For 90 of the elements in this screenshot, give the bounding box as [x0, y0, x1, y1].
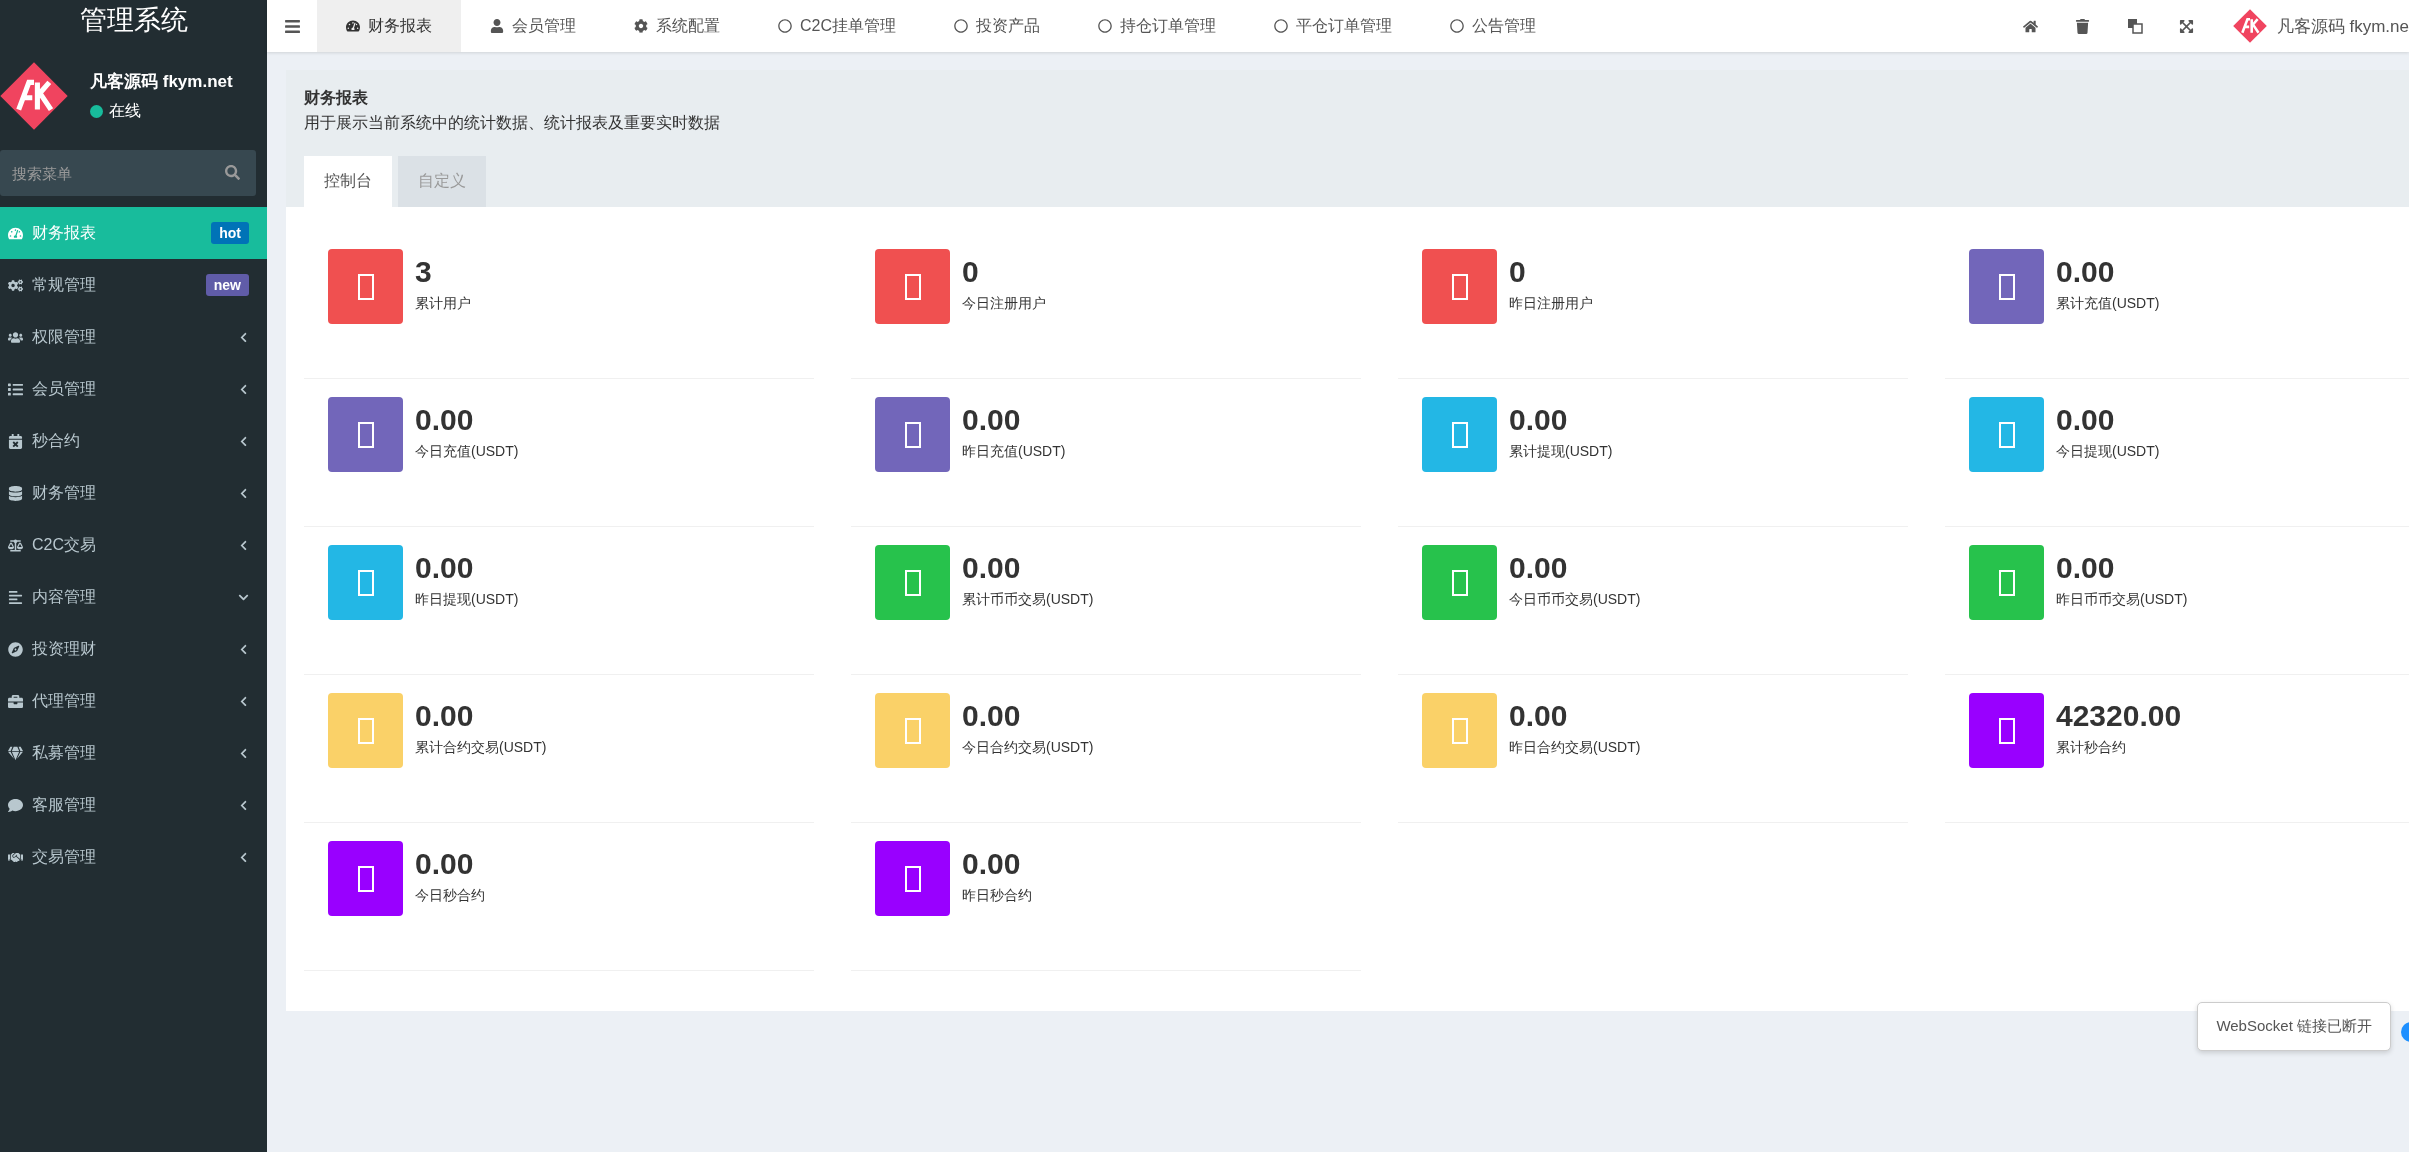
- menu-item[interactable]: 会员管理: [0, 363, 267, 415]
- stat-label: 累计秒合约: [2056, 739, 2127, 757]
- menu-item[interactable]: 权限管理: [0, 311, 267, 363]
- stat-value: 0.00: [962, 551, 1022, 585]
- menu-item[interactable]: 交易管理: [0, 831, 267, 883]
- stat-value: 0.00: [415, 403, 475, 437]
- stat-label: 今日秒合约: [415, 887, 485, 905]
- stat-label: 今日充值(USDT): [415, 443, 519, 461]
- nav-tab[interactable]: 系统配置: [605, 0, 749, 52]
- database-icon: [8, 485, 23, 501]
- stat-label: 累计用户: [415, 295, 471, 313]
- stat-label: 昨日提现(USDT): [415, 591, 519, 609]
- nav-tab[interactable]: 公告管理: [1421, 0, 1565, 52]
- menu-badge: new: [205, 274, 249, 296]
- menu-item[interactable]: 财务管理: [0, 467, 267, 519]
- nav-tab[interactable]: 持仓订单管理: [1069, 0, 1245, 52]
- stat-value: 0.00: [415, 699, 475, 733]
- menu-item[interactable]: 财务报表 hot: [0, 207, 267, 259]
- scale-icon: [8, 537, 23, 553]
- search-icon: [225, 165, 240, 180]
- panel-tab[interactable]: 控制台: [304, 156, 392, 207]
- stat-value: 0.00: [962, 403, 1022, 437]
- menu-item[interactable]: 内容管理: [0, 571, 267, 623]
- stat-label: 累计合约交易(USDT): [415, 739, 547, 757]
- menu-item[interactable]: 秒合约: [0, 415, 267, 467]
- translate-icon[interactable]: [2126, 18, 2143, 34]
- menu-icon[interactable]: [283, 17, 301, 35]
- gear-icon: [634, 19, 648, 33]
- users-icon: [8, 329, 23, 345]
- stat-label: 累计提现(USDT): [1509, 443, 1613, 461]
- stat-label: 今日合约交易(USDT): [962, 739, 1094, 757]
- trash-icon[interactable]: [2075, 18, 2091, 34]
- toast-message: WebSocket 链接已断开: [2197, 1002, 2391, 1051]
- gauge-icon: [346, 19, 360, 33]
- user-icon: [490, 19, 504, 33]
- status-text: 在线: [90, 101, 233, 122]
- compass-icon: [8, 641, 23, 657]
- nav-tab[interactable]: 会员管理: [461, 0, 605, 52]
- nav-tab[interactable]: 财务报表: [317, 0, 461, 52]
- gears-icon: [8, 277, 23, 293]
- fullscreen-icon[interactable]: [2179, 18, 2195, 34]
- stat-label: 昨日秒合约: [962, 887, 1032, 905]
- nav-tab[interactable]: C2C挂单管理: [749, 0, 925, 52]
- stat-value: 0: [962, 255, 980, 289]
- search-field[interactable]: 搜索菜单: [0, 150, 256, 196]
- user-name[interactable]: 凡客源码 fkym.ne: [2276, 14, 2409, 38]
- app-title: 管理系统: [79, 4, 188, 37]
- speech-bubble-icon: [8, 797, 23, 813]
- nav-tab[interactable]: 投资产品: [925, 0, 1069, 52]
- menu-item[interactable]: 私募管理: [0, 727, 267, 779]
- stat-value: 0.00: [962, 847, 1022, 881]
- stat-label: 昨日币币交易(USDT): [2056, 591, 2188, 609]
- stat-value: 0.00: [1509, 403, 1569, 437]
- nav-tab[interactable]: 平仓订单管理: [1245, 0, 1421, 52]
- stat-label: 今日币币交易(USDT): [1509, 591, 1641, 609]
- panel-description: 用于展示当前系统中的统计数据、统计报表及重要实时数据: [304, 113, 721, 133]
- stat-label: 累计币币交易(USDT): [962, 591, 1094, 609]
- menu-item[interactable]: 投资理财: [0, 623, 267, 675]
- stat-value: 0.00: [1509, 551, 1569, 585]
- menu-item[interactable]: C2C交易: [0, 519, 267, 571]
- status-dot: [90, 105, 103, 118]
- stat-value: 0.00: [962, 699, 1022, 733]
- briefcase-icon: [8, 693, 23, 709]
- stat-value: 0.00: [1509, 699, 1569, 733]
- gauge-icon: [8, 225, 23, 241]
- panel-title: 财务报表: [304, 88, 369, 108]
- stat-label: 昨日充值(USDT): [962, 443, 1066, 461]
- stat-value: 0: [1509, 255, 1527, 289]
- stat-label: 今日注册用户: [962, 295, 1046, 313]
- stat-value: 0.00: [2056, 255, 2116, 289]
- stat-label: 今日提现(USDT): [2056, 443, 2160, 461]
- calendar-icon: [8, 433, 23, 449]
- stat-value: 0.00: [2056, 403, 2116, 437]
- menu-item[interactable]: 客服管理: [0, 779, 267, 831]
- stat-label: 昨日合约交易(USDT): [1509, 739, 1641, 757]
- stat-value: 0.00: [415, 847, 475, 881]
- stat-label: 昨日注册用户: [1509, 295, 1593, 313]
- menu-badge: hot: [211, 222, 249, 244]
- list-icon: [8, 381, 23, 397]
- diamond-icon: [8, 745, 23, 761]
- stat-label: 累计充值(USDT): [2056, 295, 2160, 313]
- user-name: 凡客源码 fkym.net: [90, 71, 233, 93]
- stat-value: 0.00: [2056, 551, 2116, 585]
- stat-value: 42320.00: [2056, 699, 2182, 733]
- home-icon[interactable]: [2023, 18, 2039, 34]
- stat-value: 3: [415, 255, 433, 289]
- stat-value: 0.00: [415, 551, 475, 585]
- lines-icon: [8, 589, 23, 605]
- menu-item[interactable]: 代理管理: [0, 675, 267, 727]
- menu-item[interactable]: 常规管理 new: [0, 259, 267, 311]
